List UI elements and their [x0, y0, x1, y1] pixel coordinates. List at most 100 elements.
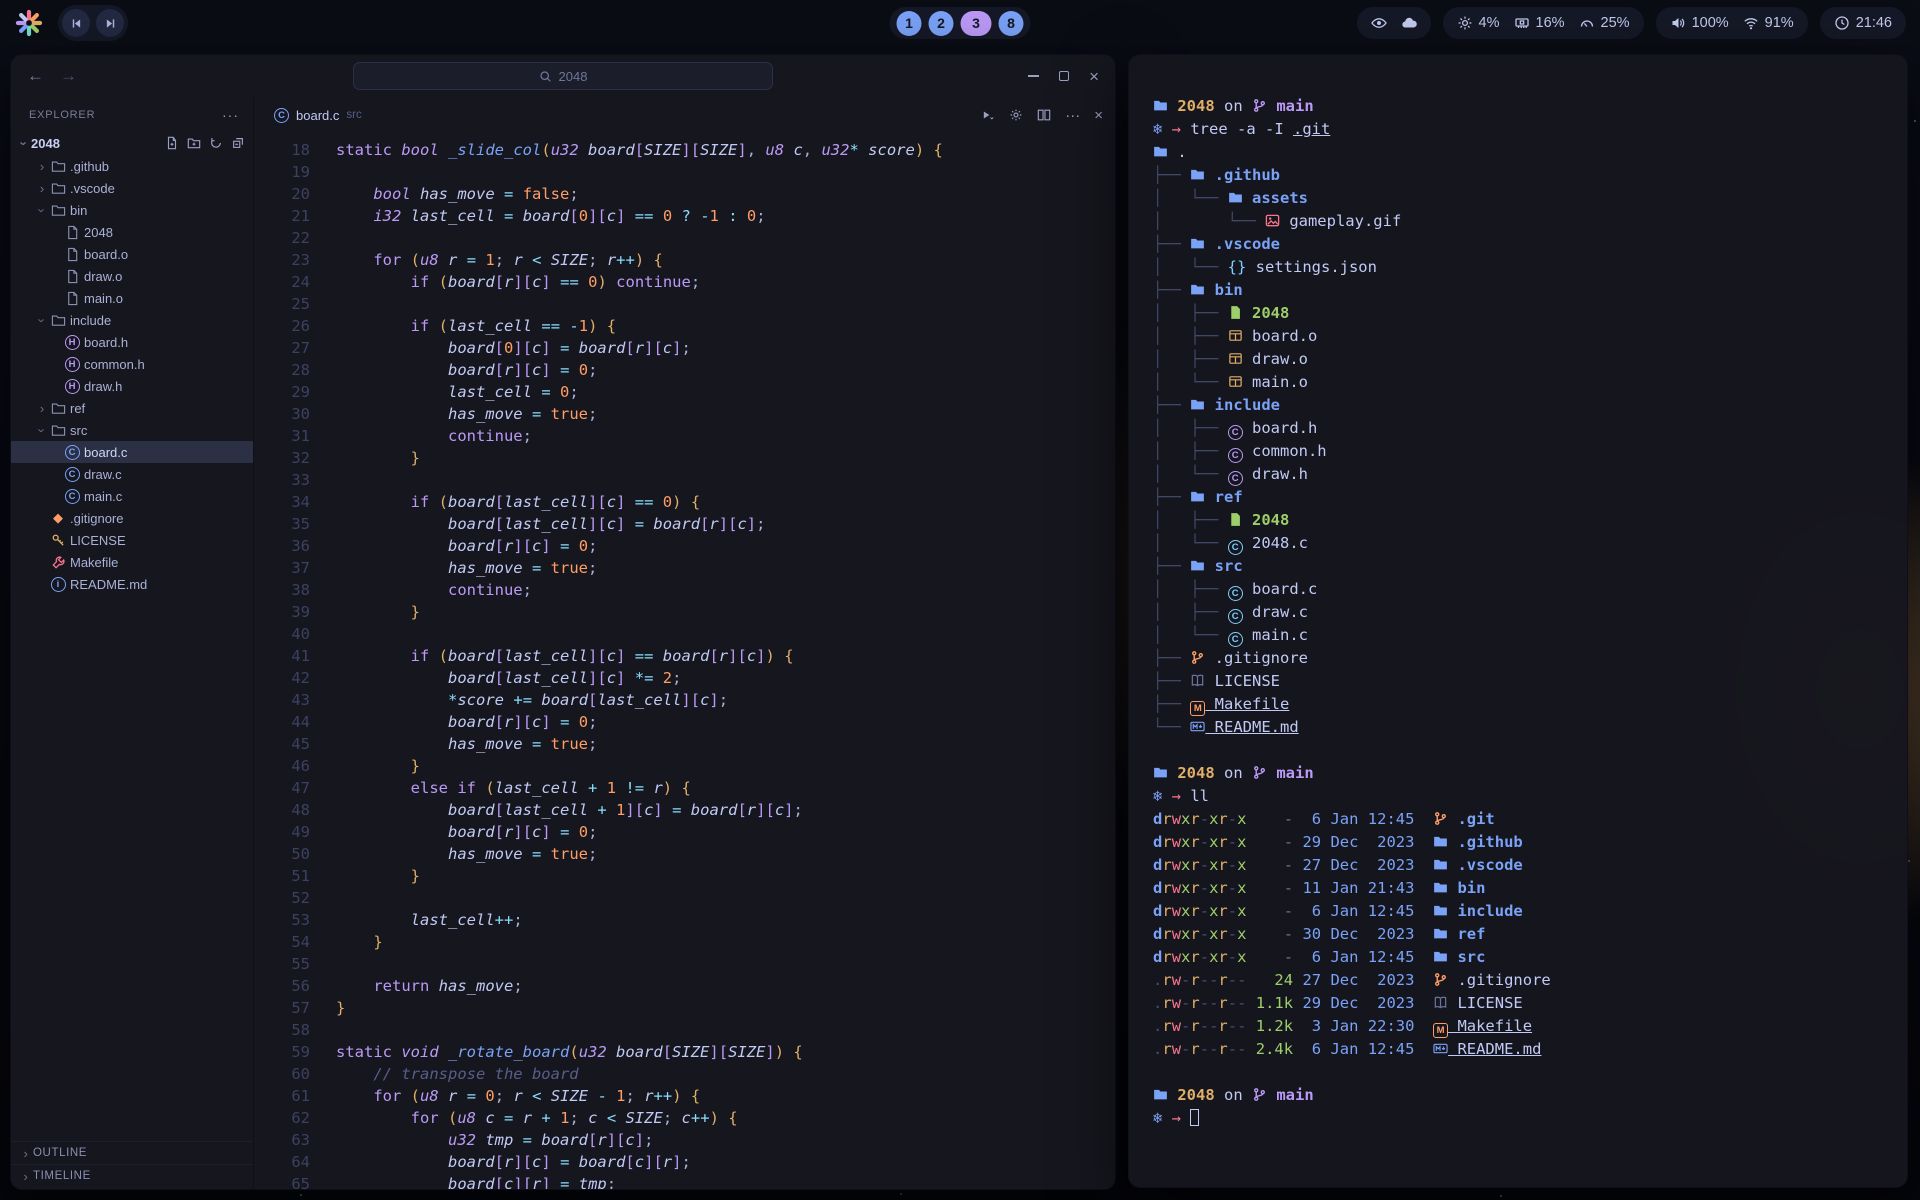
code-line: 43 *score += board[last_cell][c];	[260, 689, 1115, 711]
terminal-line: drwxr-xr-x - 6 Jan 12:45 include	[1153, 900, 1883, 923]
terminal-line: ├── .vscode	[1153, 233, 1883, 256]
explorer-item-board.o[interactable]: ›board.o	[11, 243, 253, 265]
explorer-root[interactable]: › 2048	[11, 131, 253, 155]
cpu-usage: 4%	[1479, 15, 1500, 31]
explorer-item-board.h[interactable]: ›Hboard.h	[11, 331, 253, 353]
terminal-line: drwxr-xr-x - 30 Dec 2023 ref	[1153, 923, 1883, 946]
terminal-line: drwxr-xr-x - 11 Jan 21:43 bin	[1153, 877, 1883, 900]
ram-usage: 16%	[1536, 15, 1565, 31]
launcher-icon[interactable]	[14, 8, 44, 38]
tab-board-c[interactable]: C board.c src	[264, 97, 372, 133]
explorer-item-draw.c[interactable]: ›Cdraw.c	[11, 463, 253, 485]
terminal-line: drwxr-xr-x - 27 Dec 2023 .vscode	[1153, 854, 1883, 877]
code-line: 48 board[last_cell + 1][c] = board[r][c]…	[260, 799, 1115, 821]
split-editor-icon[interactable]	[1037, 108, 1051, 122]
clock-widget[interactable]: 21:46	[1820, 7, 1906, 39]
media-prev-button[interactable]	[62, 9, 90, 37]
explorer-item-draw.o[interactable]: ›draw.o	[11, 265, 253, 287]
code-line: 56 return has_move;	[260, 975, 1115, 997]
forward-button[interactable]: →	[60, 66, 77, 86]
tab-name: board.c	[296, 108, 339, 123]
back-button[interactable]: ←	[27, 66, 44, 86]
badge-c-icon: C	[63, 489, 81, 504]
command-center-search[interactable]: 2048	[353, 62, 773, 90]
volume-icon	[1670, 15, 1686, 31]
refresh-icon[interactable]	[209, 136, 223, 150]
explorer-item-main.o[interactable]: ›main.o	[11, 287, 253, 309]
code-line: 33	[260, 469, 1115, 491]
workspace-2[interactable]: 2	[929, 11, 954, 36]
terminal-line: └── README.md	[1153, 716, 1883, 739]
chevron-down-icon: ›	[17, 136, 32, 150]
system-stats[interactable]: 4% 16% 25%	[1443, 7, 1644, 39]
explorer-item-board.c[interactable]: ›Cboard.c	[11, 441, 253, 463]
terminal-content: 2048 on main❄ → tree -a -I .git .├── .gi…	[1129, 55, 1907, 1170]
code-line: 60 // transpose the board	[260, 1063, 1115, 1085]
terminal-line: │ ├── C common.h	[1153, 440, 1883, 463]
code-line: 21 i32 last_cell = board[0][c] == 0 ? -1…	[260, 205, 1115, 227]
editor-pane: C board.c src ··· × 18static bool _slide…	[253, 97, 1115, 1190]
code-editor[interactable]: 18static bool _slide_col(u32 board[SIZE]…	[254, 133, 1115, 1190]
settings-gear-icon[interactable]	[1009, 108, 1023, 122]
terminal-line: 2048 on main	[1153, 95, 1883, 118]
code-line: 42 board[last_cell][c] *= 2;	[260, 667, 1115, 689]
terminal-line	[1153, 1061, 1883, 1084]
new-folder-icon[interactable]	[187, 136, 201, 150]
code-line: 52	[260, 887, 1115, 909]
terminal-line: ❄ → tree -a -I .git	[1153, 118, 1883, 141]
terminal-line: ├── LICENSE	[1153, 670, 1883, 693]
explorer-item-.gitignore[interactable]: ›◆.gitignore	[11, 507, 253, 529]
explorer-item-main.c[interactable]: ›Cmain.c	[11, 485, 253, 507]
explorer-item-include[interactable]: ›include	[11, 309, 253, 331]
collapse-all-icon[interactable]	[231, 136, 245, 150]
explorer-item-common.h[interactable]: ›Hcommon.h	[11, 353, 253, 375]
explorer-item-draw.h[interactable]: ›Hdraw.h	[11, 375, 253, 397]
explorer-item-ref[interactable]: ›ref	[11, 397, 253, 419]
timeline-section[interactable]: ›TIMELINE	[11, 1164, 253, 1187]
wifi-icon	[1743, 15, 1759, 31]
minimize-button[interactable]	[1028, 75, 1039, 77]
terminal-line: │ ├── draw.o	[1153, 348, 1883, 371]
weather-widget[interactable]	[1357, 7, 1431, 39]
eye-icon	[1371, 15, 1387, 31]
close-button[interactable]: ×	[1089, 68, 1099, 85]
code-line: 64 board[r][c] = board[c][r];	[260, 1151, 1115, 1173]
code-line: 53 last_cell++;	[260, 909, 1115, 931]
run-file-button[interactable]	[981, 108, 995, 122]
clock-icon	[1834, 15, 1850, 31]
close-editor-icon[interactable]: ×	[1094, 107, 1103, 124]
folder-icon	[49, 423, 67, 438]
explorer-item-2048[interactable]: ›2048	[11, 221, 253, 243]
outline-section[interactable]: ›OUTLINE	[11, 1141, 253, 1164]
explorer-item-LICENSE[interactable]: ›LICENSE	[11, 529, 253, 551]
terminal-line: ├── .gitignore	[1153, 647, 1883, 670]
explorer-more-icon[interactable]: ···	[222, 107, 239, 123]
code-line: 58	[260, 1019, 1115, 1041]
audio-network[interactable]: 100% 91%	[1656, 7, 1808, 39]
terminal-line: │ └── C main.c	[1153, 624, 1883, 647]
terminal-window[interactable]: 2048 on main❄ → tree -a -I .git .├── .gi…	[1128, 54, 1908, 1188]
explorer-item-bin[interactable]: ›bin	[11, 199, 253, 221]
explorer-item-.vscode[interactable]: ›.vscode	[11, 177, 253, 199]
maximize-button[interactable]	[1059, 71, 1069, 81]
explorer-item-Makefile[interactable]: ›Makefile	[11, 551, 253, 573]
workspace-1[interactable]: 1	[897, 11, 922, 36]
chevron-right-icon: ›	[35, 159, 49, 174]
terminal-line: 2048 on main	[1153, 1084, 1883, 1107]
code-line: 27 board[0][c] = board[r][c];	[260, 337, 1115, 359]
media-next-button[interactable]	[96, 9, 124, 37]
workspace-3[interactable]: 3	[961, 11, 992, 36]
explorer-item-README.md[interactable]: ›iREADME.md	[11, 573, 253, 595]
more-actions-icon[interactable]: ···	[1065, 107, 1080, 124]
terminal-line: ├── M Makefile	[1153, 693, 1883, 716]
code-line: 51 }	[260, 865, 1115, 887]
terminal-line: │ ├── 2048	[1153, 509, 1883, 532]
explorer-item-src[interactable]: ›src	[11, 419, 253, 441]
code-line: 46 }	[260, 755, 1115, 777]
file-icon	[63, 291, 81, 306]
code-line: 24 if (board[r][c] == 0) continue;	[260, 271, 1115, 293]
explorer-item-.github[interactable]: ›.github	[11, 155, 253, 177]
new-file-icon[interactable]	[165, 136, 179, 150]
workspace-8[interactable]: 8	[999, 11, 1024, 36]
terminal-line: │ └── main.o	[1153, 371, 1883, 394]
